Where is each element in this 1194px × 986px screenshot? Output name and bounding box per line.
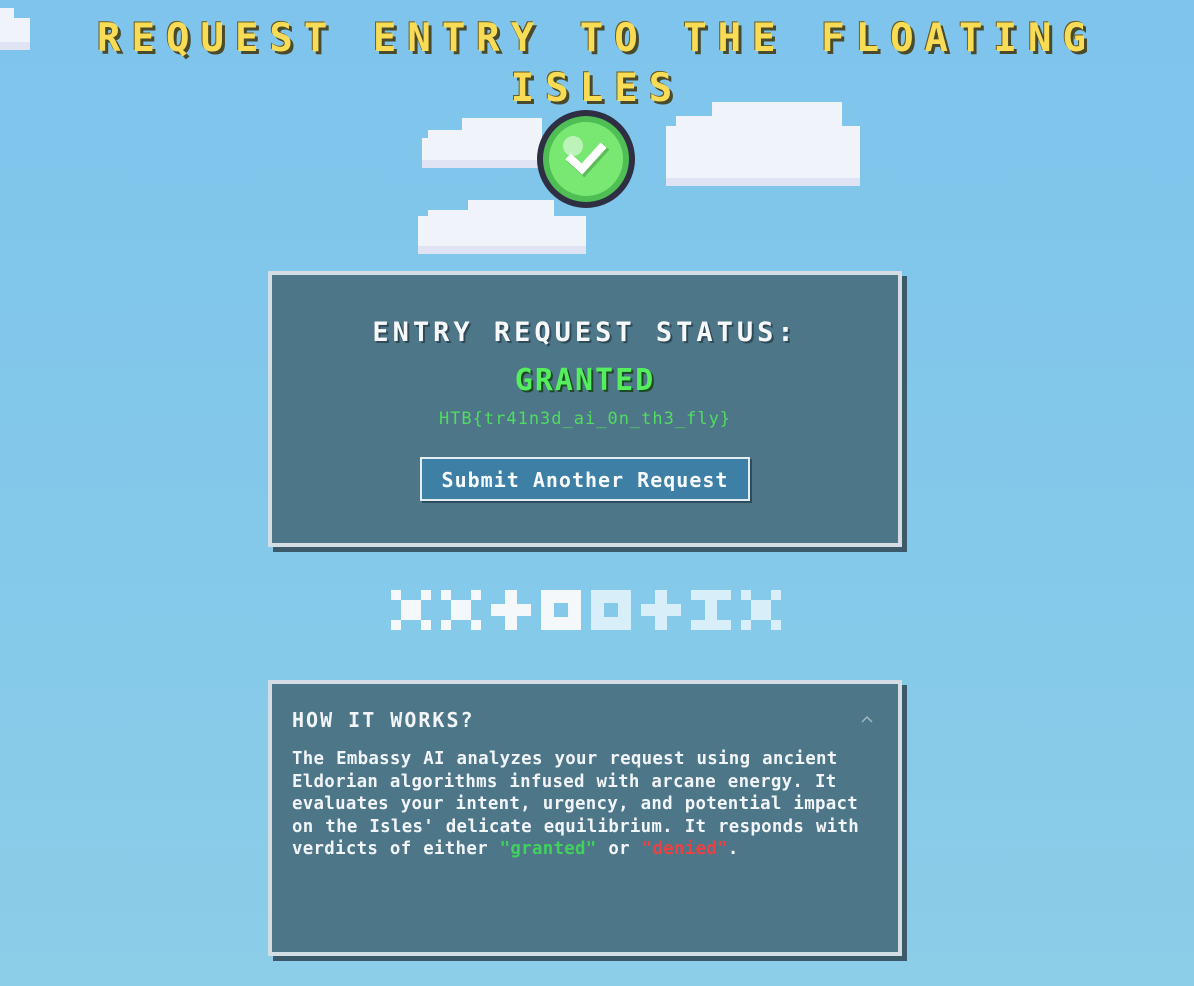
status-flag: HTB{tr41n3d_ai_0n_th3_fly} xyxy=(438,409,732,429)
status-heading: ENTRY REQUEST STATUS: xyxy=(372,317,798,348)
decorative-glyph-row xyxy=(391,590,783,630)
x-glyph-icon xyxy=(391,590,431,630)
plus-glyph-icon xyxy=(641,590,681,630)
how-it-works-body: The Embassy AI analyzes your request usi… xyxy=(272,740,898,861)
status-value: GRANTED xyxy=(514,363,656,398)
status-badge xyxy=(537,110,635,208)
page-title: REQUEST ENTRY TO THE FLOATING ISLES xyxy=(97,16,1097,111)
plus-glyph-icon xyxy=(491,590,531,630)
check-icon xyxy=(565,142,610,178)
chevron-up-icon[interactable] xyxy=(860,712,874,726)
x-glyph-icon xyxy=(741,590,781,630)
cloud-decoration xyxy=(418,200,586,254)
badge-core xyxy=(549,122,623,196)
i-glyph-icon xyxy=(691,590,731,630)
cloud-decoration xyxy=(0,8,30,50)
cloud-decoration xyxy=(666,102,860,186)
entry-status-panel: ENTRY REQUEST STATUS: GRANTED HTB{tr41n3… xyxy=(268,271,902,547)
badge-ring xyxy=(543,116,629,202)
end-punctuation: . xyxy=(727,839,739,859)
denied-keyword: "denied" xyxy=(641,839,728,859)
how-it-works-title: HOW IT WORKS? xyxy=(292,708,475,732)
keyword-joiner: or xyxy=(596,839,642,859)
x-glyph-icon xyxy=(441,590,481,630)
submit-another-request-button[interactable]: Submit Another Request xyxy=(419,457,751,501)
square-glyph-icon xyxy=(591,590,631,630)
square-glyph-icon xyxy=(541,590,581,630)
how-it-works-panel: HOW IT WORKS? The Embassy AI analyzes yo… xyxy=(268,680,902,956)
how-it-works-toggle[interactable]: HOW IT WORKS? xyxy=(272,684,898,740)
granted-keyword: "granted" xyxy=(499,839,597,859)
